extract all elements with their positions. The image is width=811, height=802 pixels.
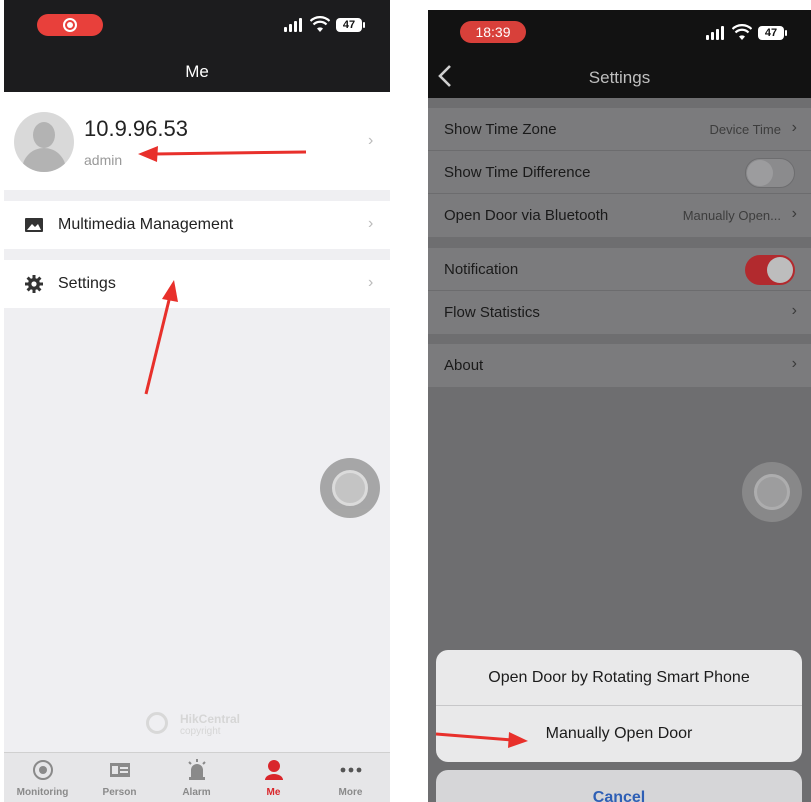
setting-show-time-difference: Show Time Difference: [428, 151, 811, 194]
wifi-icon: [732, 24, 752, 40]
settings-group-notification: Notification Flow Statistics ›: [428, 248, 811, 334]
user-icon: [265, 760, 283, 780]
avatar: [14, 112, 74, 172]
setting-open-door-bluetooth[interactable]: Open Door via Bluetooth Manually Open...…: [428, 194, 811, 237]
tab-alarm[interactable]: Alarm: [158, 753, 235, 802]
gear-icon: [25, 275, 43, 293]
time-difference-toggle[interactable]: [745, 158, 795, 188]
username: admin: [84, 152, 123, 168]
tab-person[interactable]: Person: [81, 753, 158, 802]
server-address: 10.9.96.53: [84, 116, 188, 141]
status-bar: 18:39 47: [428, 10, 811, 56]
assistive-touch-button[interactable]: [742, 462, 802, 522]
annotation-arrow-to-settings: [144, 280, 178, 395]
tab-monitoring[interactable]: Monitoring: [4, 753, 81, 802]
cancel-button[interactable]: Cancel: [436, 770, 802, 802]
status-time: 18:39: [460, 21, 526, 43]
system-status-icons: 47: [284, 16, 384, 36]
siren-icon: [188, 759, 206, 780]
id-card-icon: [110, 763, 130, 777]
cellular-signal-icon: [284, 18, 304, 32]
screen-record-indicator[interactable]: [37, 14, 103, 36]
settings-group-about: About ›: [428, 344, 811, 387]
right-phone-screen: 18:39 47 Settings Show Time Zone Device …: [428, 10, 811, 802]
cellular-signal-icon: [706, 26, 726, 40]
annotation-arrow-to-username: [138, 146, 307, 162]
setting-value: Device Time: [709, 122, 781, 137]
battery-icon: 47: [336, 18, 365, 32]
menu-item-label: Settings: [58, 275, 116, 292]
chevron-right-icon: ›: [368, 132, 374, 149]
setting-notification: Notification: [428, 248, 811, 291]
setting-value: Manually Open...: [682, 208, 781, 223]
chevron-right-icon: ›: [791, 205, 797, 222]
tab-me[interactable]: Me: [235, 753, 312, 802]
wifi-icon: [310, 16, 330, 32]
image-icon: [25, 218, 43, 232]
settings-group-time: Show Time Zone Device Time › Show Time D…: [428, 108, 811, 237]
option-rotate-phone[interactable]: Open Door by Rotating Smart Phone: [436, 650, 802, 706]
menu-item-multimedia[interactable]: Multimedia Management ›: [4, 201, 390, 249]
camera-icon: [33, 760, 53, 780]
settings-navbar: Settings: [428, 56, 811, 98]
left-phone-screen: 47 Me 10.9.96.53 admin › Multimedia Mana…: [4, 0, 390, 802]
chevron-right-icon: ›: [368, 274, 374, 291]
tab-more[interactable]: More: [312, 753, 389, 802]
system-status-icons: 47: [706, 24, 806, 44]
chevron-right-icon: ›: [791, 355, 797, 372]
status-bar: 47: [4, 0, 390, 52]
assistive-touch-button[interactable]: [320, 458, 380, 518]
hikcentral-logo-icon: [146, 712, 168, 734]
battery-icon: 47: [758, 26, 787, 40]
chevron-right-icon: ›: [791, 302, 797, 319]
chevron-right-icon: ›: [368, 215, 374, 232]
page-title: Settings: [588, 68, 651, 87]
menu-item-label: Multimedia Management: [58, 216, 234, 233]
setting-about[interactable]: About ›: [428, 344, 811, 387]
setting-show-time-zone[interactable]: Show Time Zone Device Time ›: [428, 108, 811, 151]
bottom-tab-bar: Monitoring Person Alarm Me More: [4, 752, 390, 802]
nav-title-me: Me: [4, 52, 390, 92]
menu-item-settings[interactable]: Settings ›: [4, 260, 390, 308]
notification-toggle[interactable]: [745, 255, 795, 285]
annotation-arrow-to-manual-open: [435, 732, 528, 748]
more-icon: [340, 767, 362, 773]
chevron-right-icon: ›: [791, 119, 797, 136]
setting-flow-statistics[interactable]: Flow Statistics ›: [428, 291, 811, 334]
